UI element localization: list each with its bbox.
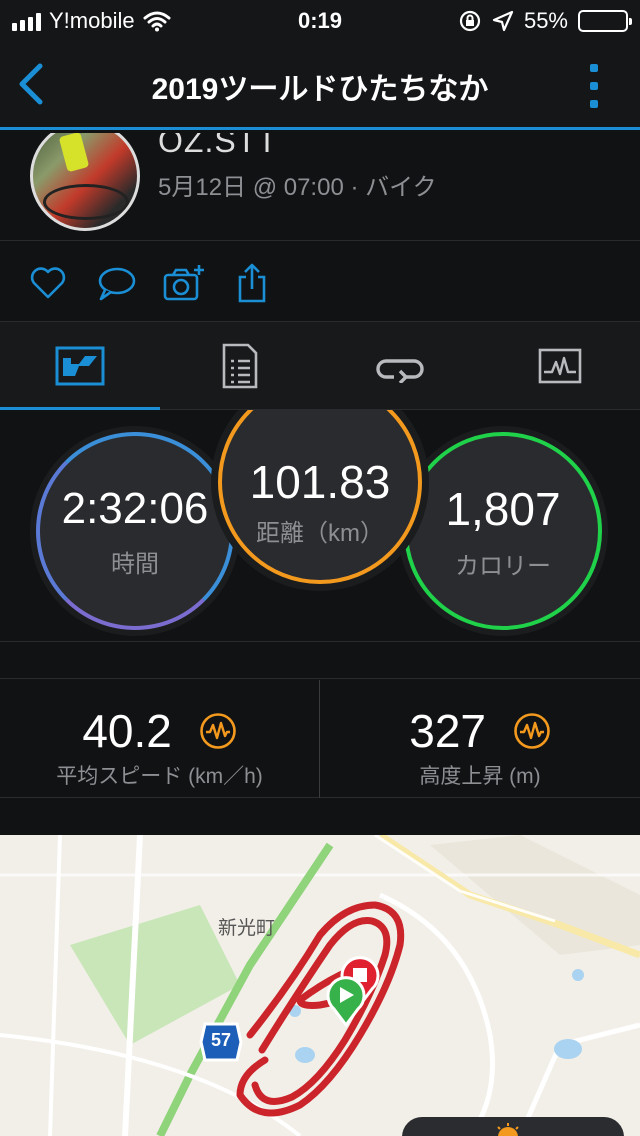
avatar[interactable] — [30, 133, 140, 231]
nav-title: 2019ツールドひたちなか — [151, 73, 489, 106]
comment-icon[interactable] — [96, 263, 136, 303]
activity-header: OZ.STT 5月12日 @ 07:00 · バイク — [0, 133, 640, 240]
username: OZ.STT — [158, 133, 278, 159]
sun-icon — [497, 1123, 519, 1136]
like-icon[interactable] — [28, 263, 68, 303]
avg-speed-value: 40.2 — [82, 704, 172, 757]
back-chevron-icon[interactable] — [14, 62, 54, 106]
activity-tabs — [0, 322, 640, 411]
add-photo-icon[interactable] — [163, 263, 207, 303]
elevation-gain-stat[interactable]: 327 高度上昇 (m) — [320, 680, 640, 798]
calories-ring[interactable]: 1,807 カロリー — [404, 432, 602, 630]
map-canvas — [0, 835, 640, 1136]
map-place-label: 新光町 — [218, 918, 276, 939]
elevation-gain-label: 高度上昇 (m) — [419, 765, 541, 788]
tab-stats[interactable] — [0, 322, 160, 411]
section-spacer — [0, 643, 640, 679]
battery-percent: 55% — [523, 8, 568, 33]
time-label: 時間 — [111, 550, 159, 578]
action-bar — [0, 240, 640, 322]
avg-speed-label: 平均スピード (km／h) — [56, 765, 263, 788]
time-ring[interactable]: 2:32:06 時間 — [36, 432, 234, 630]
battery-icon — [578, 10, 632, 32]
summary-stats: 2:32:06 時間 1,807 カロリー 101.83 距離（km） — [0, 410, 640, 642]
distance-label: 距離（km） — [256, 520, 384, 547]
orientation-lock-icon — [459, 10, 481, 32]
tab-laps[interactable] — [320, 322, 480, 410]
elevation-gain-value: 327 — [409, 704, 486, 757]
stats-icon — [55, 346, 105, 386]
weather-pill[interactable] — [402, 1117, 624, 1136]
calories-value: 1,807 — [445, 482, 561, 535]
activity-pulse-icon — [199, 713, 236, 749]
activity-pulse-icon — [513, 713, 550, 749]
tab-charts[interactable] — [480, 322, 640, 410]
details-list-icon — [222, 343, 258, 389]
more-options-icon[interactable] — [590, 64, 600, 108]
laps-loop-icon — [376, 359, 424, 383]
status-bar: Y!mobile 0:19 55% — [0, 0, 640, 40]
distance-ring[interactable]: 101.83 距離（km） — [218, 410, 422, 584]
nav-bar: 2019ツールドひたちなか — [0, 40, 640, 130]
chart-graph-icon — [538, 348, 582, 384]
avg-speed-stat[interactable]: 40.2 平均スピード (km／h) — [0, 680, 320, 798]
activity-meta: 5月12日 @ 07:00 · バイク — [158, 174, 437, 201]
start-marker-icon[interactable] — [322, 975, 370, 1027]
route-number: 57 — [210, 1030, 232, 1050]
distance-value: 101.83 — [249, 456, 391, 508]
tab-details[interactable] — [160, 322, 320, 410]
location-arrow-icon — [492, 10, 514, 32]
route-map[interactable]: 新光町 57 — [0, 835, 640, 1136]
calories-label: カロリー — [455, 552, 551, 580]
share-icon[interactable] — [232, 263, 272, 303]
time-value: 2:32:06 — [61, 483, 209, 533]
detail-stats: 40.2 平均スピード (km／h) 327 高度上昇 (m) — [0, 680, 640, 798]
